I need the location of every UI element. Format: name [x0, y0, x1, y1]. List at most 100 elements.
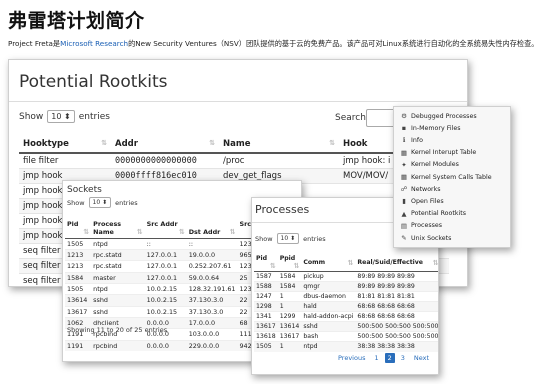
menu-item-label: Unix Sockets: [411, 234, 452, 242]
table-cell: 0000000000000000: [111, 152, 219, 169]
column-header-label: Process Name: [93, 220, 122, 236]
menu-item-kernel-interupt-table[interactable]: ▦ Kernel Interupt Table: [400, 149, 476, 157]
column-header-process-name[interactable]: Process Name ⇅: [91, 219, 145, 239]
sort-icon[interactable]: ⇅: [101, 139, 107, 147]
next-page-button[interactable]: Next: [411, 353, 432, 363]
menu-item-unix-sockets[interactable]: ✎ Unix Sockets: [400, 234, 451, 242]
table-cell: 1505: [65, 283, 92, 295]
column-header-name[interactable]: Name ⇅: [219, 136, 339, 154]
table-icon: ▦: [400, 148, 408, 157]
table-cell: 127.0.0.1: [144, 271, 187, 284]
page-size-value: 10: [92, 199, 101, 206]
table-cell: ::: [186, 237, 238, 250]
table-cell: 89:89 89:89 89:89: [355, 270, 438, 282]
sort-icon[interactable]: ⇅: [348, 259, 354, 267]
table-cell: 13617: [254, 321, 278, 332]
column-header-pid[interactable]: Pid ⇅: [65, 219, 92, 239]
table-cell: file filter: [19, 152, 111, 169]
sort-icon[interactable]: ⇅: [179, 228, 185, 237]
memory-icon: ▪: [401, 124, 407, 133]
table-row[interactable]: 15881584qmgr89:89 89:89 89:89qmgr -l -t …: [254, 281, 438, 292]
table-row[interactable]: 1361813617bash500:500 500:500 500:500-ba…: [254, 331, 438, 342]
table-cell: 68:68 68:68 68:68: [355, 301, 438, 312]
sort-icon[interactable]: ⇅: [433, 259, 438, 267]
table-cell: sshd: [91, 305, 145, 318]
table-cell: 1584: [277, 281, 302, 292]
menu-item-label: Open Files: [411, 197, 444, 205]
processes-length-control: Show 10 ⬍ entries: [255, 233, 326, 244]
sort-icon[interactable]: ⇅: [294, 262, 300, 270]
table-row[interactable]: file filter 0000000000000000/proc jmp hook…: [19, 152, 449, 169]
page-button-1[interactable]: 1: [371, 353, 381, 363]
page-button-2[interactable]: 2: [384, 353, 395, 363]
entries-label: entries: [115, 198, 138, 207]
table-cell: pickup: [301, 270, 356, 282]
column-header-hooktype[interactable]: Hooktype ⇅: [19, 136, 111, 154]
menu-item-label: Debugged Processes: [411, 112, 477, 120]
table-icon: ▦: [400, 173, 408, 181]
menu-item-networks[interactable]: ☍ Networks: [400, 185, 441, 193]
table-row[interactable]: 1341 1299 hald-addon-acpi 68:68 68:68 68:68…: [254, 311, 438, 322]
column-header-pid[interactable]: Pid ⇅: [254, 254, 278, 272]
menu-item-potential-rootkits[interactable]: ▲ Potential Rootkits: [400, 210, 467, 218]
table-cell: 10.0.2.15: [144, 294, 187, 307]
menu-item-label: Kernel Interupt Table: [411, 149, 477, 157]
table-cell: 13614: [65, 294, 92, 307]
gears-icon: ⚙: [401, 112, 407, 120]
table-cell: bash: [301, 331, 356, 342]
page-button-3[interactable]: 3: [398, 353, 408, 363]
sort-icon[interactable]: ⇅: [137, 228, 143, 237]
microsoft-research-link[interactable]: Microsoft Research: [60, 39, 128, 48]
table-cell: 38:38 38:38 38:38: [355, 341, 438, 352]
table-row[interactable]: 12981hald68:68 68:68 68:68hald: [254, 301, 438, 312]
table-cell: 13617: [65, 305, 92, 318]
menu-item-processes[interactable]: ▤ Processes: [400, 222, 442, 230]
menu-item-kernel-modules[interactable]: ✦ Kernel Modules: [400, 161, 459, 169]
column-header-dst-addr[interactable]: Dst Addr ⇅: [186, 219, 238, 239]
column-header-ppid[interactable]: Ppid ⇅: [277, 254, 302, 272]
sort-icon[interactable]: ⇅: [270, 262, 276, 270]
show-label: Show: [19, 111, 44, 122]
menu-item-kernel-system-calls-table[interactable]: ▦ Kernel System Calls Table: [400, 173, 492, 181]
menu-item-label: Networks: [411, 185, 441, 193]
table-row[interactable]: 12471dbus-daemon81:81 81:81 81:81dbus-da…: [254, 291, 438, 302]
menu-item-info[interactable]: ℹ Info: [400, 136, 423, 144]
previous-page-button[interactable]: Previous: [335, 353, 368, 363]
table-cell: 68:68 68:68 68:68: [355, 311, 438, 322]
table-cell: 59.0.0.64: [186, 271, 238, 284]
plug-icon: ✎: [401, 234, 407, 242]
rootkits-divider: [9, 101, 467, 102]
column-header-src-addr[interactable]: Src Addr ⇅: [144, 219, 187, 239]
table-cell: hald-addon-acpi: [301, 311, 356, 322]
sort-icon[interactable]: ⇅: [83, 228, 89, 237]
sockets-page-size-select[interactable]: 10 ⬍: [88, 197, 112, 208]
column-header-addr[interactable]: Addr ⇅: [111, 136, 219, 154]
page-title: 弗雷塔计划简介: [8, 10, 145, 32]
table-cell: dbus-daemon: [301, 291, 356, 302]
column-header-real-suid-effective[interactable]: Real/Suid/Effective ⇅: [355, 254, 438, 272]
table-cell: 1588: [254, 281, 278, 292]
sort-icon[interactable]: ⇅: [209, 139, 215, 147]
processes-page-size-select[interactable]: 10 ⬍: [276, 233, 300, 244]
menu-item-in-memory-files[interactable]: ▪ In-Memory Files: [400, 124, 461, 132]
sort-icon[interactable]: ⇅: [329, 139, 335, 147]
rootkits-page-size-select[interactable]: 10 ⬍: [47, 110, 75, 123]
table-cell: 1298: [254, 301, 278, 312]
table-cell: 17.0.0.0: [186, 317, 238, 329]
table-row[interactable]: 15871584pickup89:89 89:89 89:89pickup -l…: [254, 270, 438, 282]
menu-item-open-files[interactable]: ▮ Open Files: [400, 197, 444, 205]
column-header-label: Ppid: [279, 255, 296, 262]
table-cell: 10.0.2.15: [144, 305, 187, 318]
table-cell: 128.32.191.61: [186, 283, 238, 295]
table-row[interactable]: 15051ntpd38:38 38:38 38:38ntpd -u ntp:nt…: [254, 341, 438, 352]
table-cell: 1: [277, 301, 302, 312]
table-cell: 1584: [277, 270, 302, 282]
column-header-comm[interactable]: Comm ⇅: [301, 254, 356, 272]
menu-item-debugged-processes[interactable]: ⚙ Debugged Processes: [400, 112, 477, 120]
table-cell: 1505: [65, 237, 92, 250]
table-row[interactable]: 1361713614sshd500:500 500:500 500:500ssh…: [254, 321, 438, 332]
table-cell: ::: [144, 237, 187, 250]
column-header-label: Src Addr: [146, 220, 178, 228]
menu-item-label: Kernel System Calls Table: [411, 173, 492, 181]
sort-icon[interactable]: ⇅: [230, 228, 236, 237]
